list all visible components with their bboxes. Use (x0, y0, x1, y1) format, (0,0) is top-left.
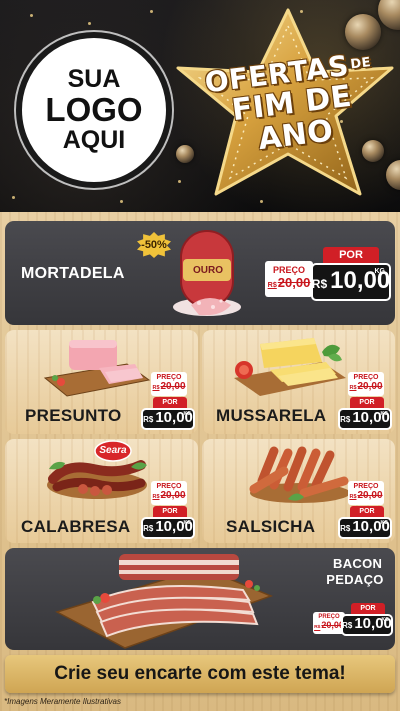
price-unit: KG (183, 411, 192, 417)
brand-label: Seara (99, 445, 127, 456)
por-label: POR (351, 603, 385, 614)
header-banner: SUA LOGO AQUI OFERTASDE FIM DE ANO (0, 0, 400, 215)
por-label: POR (350, 397, 384, 408)
product-name: MUSSARELA (216, 406, 327, 425)
product-card-mussarela[interactable]: MUSSARELA PREÇO R$20,00 POR R$ 10,00 KG (202, 330, 395, 434)
flyer: SUA LOGO AQUI OFERTASDE FIM DE ANO MORTA… (0, 0, 400, 711)
price-currency: R$ (340, 524, 351, 533)
old-price-value: 20,00 (160, 490, 186, 501)
por-label: POR (323, 247, 379, 263)
old-price-currency: R$ (267, 281, 277, 289)
product-name-line1: BACON (333, 556, 383, 571)
new-price-box: R$ 10,00 KG (341, 614, 393, 636)
price-block: PREÇO R$20,00 POR R$ 10,00 KG (5, 221, 395, 325)
old-price-label: PREÇO (156, 483, 182, 490)
old-price-currency: R$ (152, 494, 160, 500)
old-price-currency: R$ (349, 385, 357, 391)
old-price-tag: PREÇO R$20,00 (151, 481, 187, 505)
old-price-value: 20,00 (277, 275, 311, 290)
product-card-presunto[interactable]: PRESUNTO PREÇO R$20,00 POR R$ 10,00 KG (5, 330, 198, 434)
old-price-tag: PREÇO R$20,00 (151, 372, 187, 396)
product-card-salsicha[interactable]: SALSICHA PREÇO R$20,00 POR R$ 10,00 KG (202, 439, 395, 543)
product-name: SALSICHA (226, 517, 316, 536)
product-card-calabresa[interactable]: Seara CALABRESA PREÇO R$20,00 POR R$ 10,… (5, 439, 198, 543)
por-label: POR (350, 506, 384, 517)
old-price-value: 20,00 (357, 381, 383, 392)
price-currency: R$ (143, 524, 154, 533)
price-currency: R$ (311, 277, 328, 291)
old-price-tag: PREÇO R$20,00 (348, 372, 384, 396)
product-card-bacon[interactable]: BACON PEDAÇO PREÇO R$20,00 POR R$ 10,00 … (5, 548, 395, 650)
presunto-image (43, 340, 151, 397)
por-label: POR (153, 397, 187, 408)
old-price-label: PREÇO (156, 374, 182, 381)
new-price-box: R$ 10,00 KG (141, 408, 195, 430)
old-price-value: 20,00 (357, 490, 383, 501)
old-price-label: PREÇO (353, 483, 379, 490)
old-price-tag: PREÇO R$20,00 (265, 261, 313, 297)
price-unit: KG (380, 520, 389, 526)
price-unit: KG (380, 411, 389, 417)
old-price-currency: R$ (314, 625, 321, 630)
new-price-box: R$ 10,00 KG (141, 517, 195, 539)
new-price-box: R$ 10,00 KG (311, 263, 391, 301)
price-unit: KG (183, 520, 192, 526)
promo-title-de: DE (349, 55, 372, 73)
cta-banner[interactable]: Crie seu encarte com este tema! (5, 655, 395, 693)
old-price-value: 20,00 (160, 381, 186, 392)
cta-text: Crie seu encarte com este tema! (54, 663, 346, 684)
price-currency: R$ (342, 621, 353, 630)
price-unit: KG (381, 617, 390, 623)
old-price-label: PREÇO (353, 374, 379, 381)
price-currency: R$ (143, 415, 154, 424)
product-name: CALABRESA (21, 517, 131, 536)
old-price-tag: PREÇO R$20,00 (348, 481, 384, 505)
product-name-line2: PEDAÇO (326, 572, 384, 587)
por-label: POR (153, 506, 187, 517)
logo-text-line2: LOGO (45, 90, 143, 128)
logo-text-line3: AQUI (62, 126, 126, 155)
new-price-box: R$ 10,00 KG (338, 408, 392, 430)
salsicha-image (249, 446, 350, 503)
bacon-image (55, 554, 274, 649)
logo-text-line1: SUA (67, 65, 121, 94)
old-price-currency: R$ (152, 385, 160, 391)
price-currency: R$ (340, 415, 351, 424)
old-price-label: PREÇO (272, 265, 305, 275)
product-name: PRESUNTO (25, 406, 122, 425)
disclaimer: *Imagens Meramente Ilustrativas (4, 697, 121, 706)
new-price-box: R$ 10,00 KG (338, 517, 392, 539)
price-unit: KG (374, 268, 386, 275)
product-card-mortadela[interactable]: MORTADELA OURO PREÇO R$20,00 POR R$ 10,0… (5, 221, 395, 325)
old-price-currency: R$ (349, 494, 357, 500)
logo-placeholder[interactable]: SUA LOGO AQUI (16, 32, 172, 188)
mussarela-image (234, 338, 346, 396)
